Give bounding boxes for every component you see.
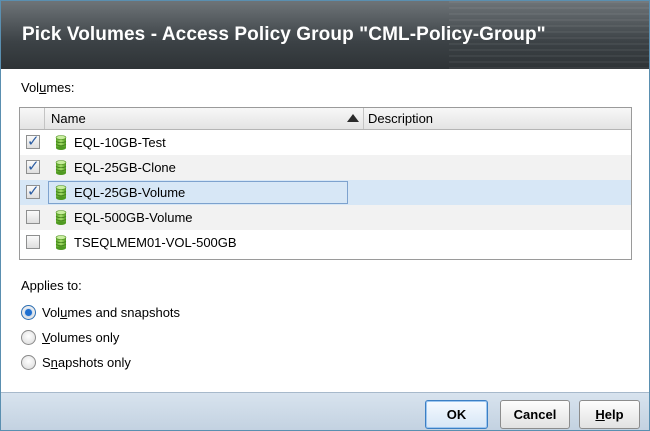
ok-button[interactable]: OK — [425, 400, 488, 429]
volume-icon — [55, 160, 67, 175]
volume-checkbox[interactable] — [26, 235, 40, 249]
table-row[interactable]: ✓ EQL-10GB-Test — [20, 130, 631, 155]
cancel-button[interactable]: Cancel — [500, 400, 570, 429]
volume-name: TSEQLMEM01-VOL-500GB — [74, 235, 237, 250]
volume-checkbox[interactable]: ✓ — [26, 157, 40, 175]
help-button[interactable]: Help — [579, 400, 640, 429]
volume-name: EQL-500GB-Volume — [74, 210, 193, 225]
sort-ascending-icon — [347, 114, 359, 122]
volumes-table[interactable]: Name Description ✓ EQL-10GB-Test ✓ EQL-25GB… — [19, 107, 632, 260]
volume-checkbox[interactable] — [26, 210, 40, 224]
table-row[interactable]: EQL-500GB-Volume — [20, 205, 631, 230]
radio-snapshots-only[interactable]: Snapshots only — [21, 354, 241, 372]
volume-icon — [55, 235, 67, 250]
table-header: Name Description — [20, 108, 631, 130]
table-row[interactable]: TSEQLMEM01-VOL-500GB — [20, 230, 631, 255]
radio-selected-dot — [25, 309, 32, 316]
checkmark-icon: ✓ — [27, 182, 40, 200]
column-header-description[interactable]: Description — [364, 108, 631, 129]
dialog-title: Pick Volumes - Access Policy Group "CML-… — [22, 24, 546, 45]
table-row[interactable]: ✓ EQL-25GB-Clone — [20, 155, 631, 180]
radio-label: Volumes only — [42, 330, 120, 345]
radio-label: Snapshots only — [42, 355, 131, 370]
volume-name: EQL-25GB-Clone — [74, 160, 176, 175]
volume-name: EQL-10GB-Test — [74, 135, 166, 150]
dialog-button-bar: OK Cancel Help — [1, 392, 649, 430]
checkmark-icon: ✓ — [27, 157, 40, 175]
volumes-label: Volumes: — [21, 80, 75, 95]
volume-checkbox[interactable]: ✓ — [26, 182, 40, 200]
radio-label: Volumes and snapshots — [42, 305, 181, 320]
volume-icon — [55, 210, 67, 225]
radio-volumes-and-snapshots[interactable]: Volumes and snapshots — [21, 304, 241, 322]
radio-button[interactable] — [21, 305, 36, 320]
volume-name: EQL-25GB-Volume — [74, 185, 186, 200]
radio-volumes-only[interactable]: Volumes only — [21, 329, 241, 347]
table-row[interactable]: ✓ EQL-25GB-Volume — [20, 180, 631, 205]
volume-icon — [55, 135, 67, 150]
dialog-title-bar: Pick Volumes - Access Policy Group "CML-… — [1, 1, 649, 69]
pick-volumes-dialog: Pick Volumes - Access Policy Group "CML-… — [0, 0, 650, 431]
radio-button[interactable] — [21, 355, 36, 370]
volume-icon — [55, 185, 67, 200]
radio-button[interactable] — [21, 330, 36, 345]
applies-to-label: Applies to: — [21, 278, 82, 293]
checkmark-icon: ✓ — [27, 132, 40, 150]
volume-checkbox[interactable]: ✓ — [26, 132, 40, 150]
column-header-select — [20, 108, 45, 129]
column-header-name[interactable]: Name — [45, 108, 364, 129]
